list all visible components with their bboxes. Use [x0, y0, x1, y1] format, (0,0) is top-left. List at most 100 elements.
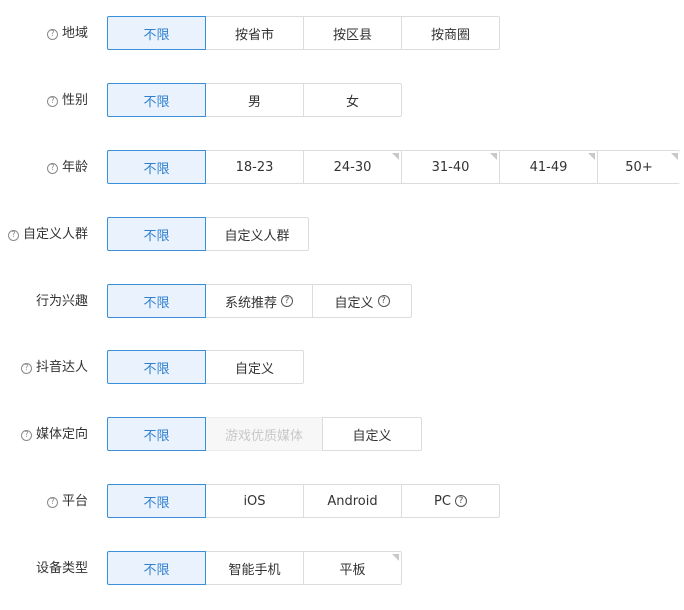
behavior-interest-options: 不限 系统推荐? 自定义?: [107, 284, 412, 318]
platform-option-unlimited[interactable]: 不限: [107, 484, 206, 518]
age-option-unlimited[interactable]: 不限: [107, 150, 206, 184]
platform-label-text: 平台: [61, 494, 88, 509]
row-behavior-interest: 行为兴趣 不限 系统推荐? 自定义?: [0, 284, 684, 320]
age-options: 不限 18-23 24-30 31-40 41-49 50+: [107, 150, 680, 184]
row-platform: ? 平台 不限 iOS Android PC?: [0, 484, 684, 520]
option-label: 不限: [143, 295, 170, 311]
option-label: 18-23: [235, 159, 274, 175]
option-label: 系统推荐: [224, 295, 277, 311]
platform-option-ios[interactable]: iOS: [205, 484, 304, 518]
option-label: 不限: [143, 562, 170, 578]
region-options: 不限 按省市 按区县 按商圈: [107, 16, 500, 50]
option-label: 不限: [143, 361, 170, 377]
region-option-district[interactable]: 按区县: [303, 16, 402, 50]
option-label: 按省市: [234, 27, 274, 43]
device-option-unlimited[interactable]: 不限: [107, 551, 206, 585]
custom-audience-label: ? 自定义人群: [7, 217, 88, 253]
region-option-unlimited[interactable]: 不限: [107, 16, 206, 50]
device-type-options: 不限 智能手机 平板: [107, 551, 402, 585]
behavior-option-unlimited[interactable]: 不限: [107, 284, 206, 318]
gender-option-male[interactable]: 男: [205, 83, 304, 117]
region-label-text: 地域: [61, 26, 88, 41]
custom-audience-label-text: 自定义人群: [22, 227, 88, 242]
row-device-type: 设备类型 不限 智能手机 平板: [0, 551, 684, 587]
help-icon[interactable]: ?: [46, 496, 58, 508]
region-label: ? 地域: [46, 16, 88, 52]
age-option-50-plus[interactable]: 50+: [597, 150, 680, 184]
option-label: 自定义: [334, 295, 374, 311]
help-icon[interactable]: ?: [281, 295, 293, 307]
media-targeting-label: ? 媒体定向: [20, 417, 88, 453]
age-option-41-49[interactable]: 41-49: [499, 150, 598, 184]
gender-label: ? 性别: [46, 83, 88, 119]
help-icon[interactable]: ?: [46, 28, 58, 40]
media-targeting-label-text: 媒体定向: [35, 427, 88, 442]
option-label: 自定义: [352, 428, 392, 444]
douyin-kol-label-text: 抖音达人: [35, 360, 88, 375]
region-option-province-city[interactable]: 按省市: [205, 16, 304, 50]
help-icon[interactable]: ?: [7, 229, 19, 241]
help-icon[interactable]: ?: [46, 95, 58, 107]
row-age: ? 年龄 不限 18-23 24-30 31-40 41-49 50+: [0, 150, 684, 186]
device-type-label-text: 设备类型: [35, 561, 88, 576]
behavior-interest-label: 行为兴趣: [36, 284, 88, 320]
option-label: 不限: [143, 228, 170, 244]
platform-label: ? 平台: [46, 484, 88, 520]
help-icon[interactable]: ?: [377, 295, 390, 307]
custom-audience-option-custom[interactable]: 自定义人群: [205, 217, 309, 251]
option-label: 自定义人群: [224, 228, 290, 244]
gender-label-text: 性别: [61, 93, 88, 108]
platform-option-android[interactable]: Android: [303, 484, 402, 518]
option-label: 女: [345, 94, 359, 110]
option-label: 41-49: [529, 159, 568, 175]
behavior-interest-label-text: 行为兴趣: [35, 294, 88, 309]
media-option-unlimited[interactable]: 不限: [107, 417, 206, 451]
region-option-business-area[interactable]: 按商圈: [401, 16, 500, 50]
age-label-text: 年龄: [61, 160, 88, 175]
option-label: Android: [327, 493, 378, 509]
option-label: 31-40: [431, 159, 470, 175]
age-option-31-40[interactable]: 31-40: [401, 150, 500, 184]
gender-option-female[interactable]: 女: [303, 83, 402, 117]
option-label: 不限: [143, 27, 170, 43]
option-label: 男: [247, 94, 261, 110]
help-icon[interactable]: ?: [454, 495, 467, 507]
device-option-tablet[interactable]: 平板: [303, 551, 402, 585]
device-option-smartphone[interactable]: 智能手机: [205, 551, 304, 585]
row-custom-audience: ? 自定义人群 不限 自定义人群: [0, 217, 684, 253]
gender-option-unlimited[interactable]: 不限: [107, 83, 206, 117]
douyin-kol-options: 不限 自定义: [107, 350, 304, 384]
douyin-option-custom[interactable]: 自定义: [205, 350, 304, 384]
option-label: 自定义: [234, 361, 274, 377]
option-label: 平板: [339, 562, 366, 578]
douyin-kol-label: ? 抖音达人: [20, 350, 88, 386]
custom-audience-options: 不限 自定义人群: [107, 217, 309, 251]
option-label: 50+: [625, 159, 653, 175]
douyin-option-unlimited[interactable]: 不限: [107, 350, 206, 384]
help-icon[interactable]: ?: [46, 162, 58, 174]
platform-options: 不限 iOS Android PC?: [107, 484, 500, 518]
option-label: 不限: [143, 495, 170, 511]
behavior-option-custom[interactable]: 自定义?: [312, 284, 412, 318]
option-label: iOS: [243, 493, 266, 509]
option-label: 不限: [143, 161, 170, 177]
option-label: 24-30: [333, 159, 372, 175]
option-label: 按商圈: [430, 27, 470, 43]
option-label: 游戏优质媒体: [224, 428, 303, 444]
row-region: ? 地域 不限 按省市 按区县 按商圈: [0, 16, 684, 52]
custom-audience-option-unlimited[interactable]: 不限: [107, 217, 206, 251]
media-option-quality-game-media: 游戏优质媒体: [205, 417, 323, 451]
media-option-custom[interactable]: 自定义: [322, 417, 422, 451]
age-option-24-30[interactable]: 24-30: [303, 150, 402, 184]
help-icon[interactable]: ?: [20, 362, 32, 374]
age-option-18-23[interactable]: 18-23: [205, 150, 304, 184]
targeting-form: ? 地域 不限 按省市 按区县 按商圈 ? 性别 不限 男 女 ? 年龄 不限 …: [0, 0, 684, 610]
device-type-label: 设备类型: [36, 551, 88, 587]
platform-option-pc[interactable]: PC?: [401, 484, 500, 518]
option-label: 智能手机: [228, 562, 281, 578]
option-label: 不限: [143, 428, 170, 444]
option-label: 不限: [143, 94, 170, 110]
help-icon[interactable]: ?: [20, 429, 32, 441]
option-label: 按区县: [332, 27, 372, 43]
behavior-option-system-recommend[interactable]: 系统推荐?: [205, 284, 313, 318]
